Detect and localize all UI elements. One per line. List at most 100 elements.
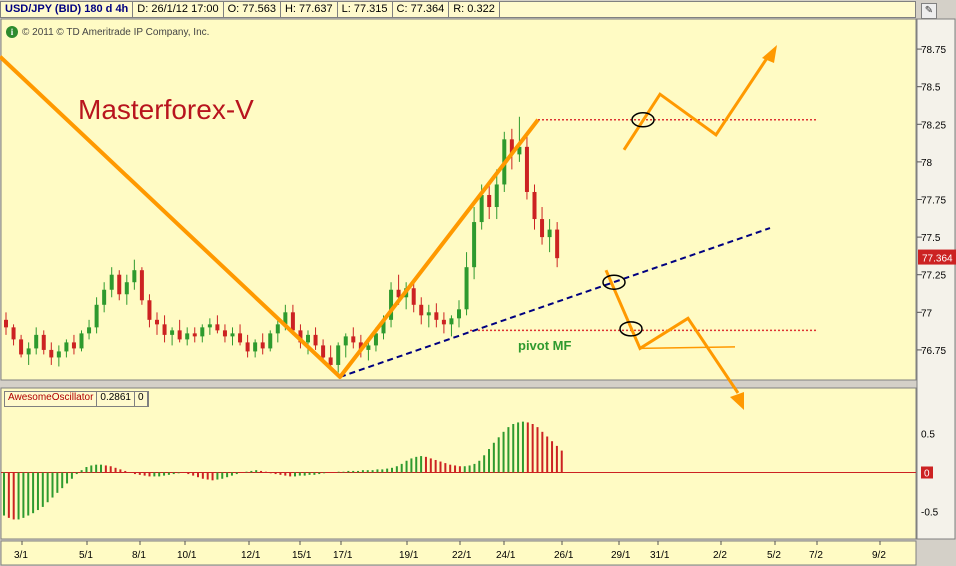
- candle-down: [162, 324, 167, 335]
- candle-down: [328, 357, 333, 365]
- copyright-text: © 2011 © TD Ameritrade IP Company, Inc.: [22, 26, 210, 38]
- candle-down: [41, 334, 46, 350]
- candle-up: [275, 324, 280, 334]
- candle-down: [441, 319, 446, 325]
- candle-up: [479, 194, 484, 223]
- price-tick-label: 78.75: [921, 45, 946, 56]
- candle-up: [170, 330, 175, 335]
- time-tick-label: 19/1: [399, 550, 419, 561]
- time-tick-label: 29/1: [611, 550, 631, 561]
- info-icon[interactable]: i: [6, 26, 18, 38]
- candle-down: [155, 319, 159, 325]
- candle-up: [109, 274, 114, 290]
- chart-title: Masterforex-V: [78, 94, 254, 125]
- time-tick-label: 10/1: [177, 550, 197, 561]
- indicator-name[interactable]: AwesomeOscillator: [5, 392, 98, 406]
- candle-down: [215, 324, 220, 331]
- candle-up: [472, 222, 477, 268]
- candle-down: [147, 300, 152, 320]
- time-tick-label: 5/1: [79, 550, 93, 561]
- price-tick-label: 78: [921, 158, 933, 169]
- time-tick-label: 26/1: [554, 550, 574, 561]
- candle-down: [524, 146, 529, 192]
- candle-up: [207, 324, 212, 328]
- candle-up: [200, 327, 205, 337]
- candle-down: [434, 312, 439, 320]
- candle-up: [343, 336, 348, 346]
- price-tick-label: 76.75: [921, 346, 946, 357]
- time-tick-label: 31/1: [650, 550, 670, 561]
- close-readout: C: 77.364: [393, 2, 450, 17]
- price-tick-label: 77: [921, 308, 933, 319]
- chart-settings-icon[interactable]: ✎: [921, 3, 937, 19]
- oscillator-tick-label: 0.5: [921, 429, 935, 440]
- price-tick-label: 78.5: [921, 83, 941, 94]
- price-tick-label: 77.5: [921, 233, 941, 244]
- candle-up: [102, 289, 107, 305]
- price-tick-label: 77.75: [921, 196, 946, 207]
- time-tick-label: 5/2: [767, 550, 781, 561]
- low-readout: L: 77.315: [338, 2, 393, 17]
- candle-down: [192, 333, 197, 337]
- oscillator-tick-label: -0.5: [921, 508, 939, 519]
- candle-up: [94, 304, 99, 328]
- time-tick-label: 2/2: [713, 550, 727, 561]
- candle-up: [64, 342, 69, 352]
- time-tick-label: 8/1: [132, 550, 146, 561]
- oscillator-panel: [0, 387, 917, 540]
- candle-up: [449, 318, 454, 325]
- time-tick-label: 3/1: [14, 550, 28, 561]
- time-tick-label: 15/1: [292, 550, 312, 561]
- high-readout: H: 77.637: [281, 2, 338, 17]
- open-readout: O: 77.563: [224, 2, 281, 17]
- chart-canvas: 76.75 77 77.25 77.5 77.75 78 78.25 78.5 78.75 Mas…: [0, 0, 956, 566]
- candle-up: [185, 333, 190, 340]
- copyright-notice: i © 2011 © TD Ameritrade IP Company, Inc…: [6, 26, 209, 38]
- candle-down: [290, 312, 295, 331]
- candle-up: [132, 270, 137, 283]
- candle-up: [457, 309, 461, 319]
- symbol-label[interactable]: USD/JPY (BID) 180 d 4h: [1, 2, 134, 17]
- candle-up: [230, 333, 235, 337]
- candle-down: [177, 330, 182, 340]
- range-readout: R: 0.322: [449, 2, 500, 17]
- candle-up: [494, 184, 499, 208]
- indicator-header: AwesomeOscillator 0.2861 0: [4, 391, 149, 407]
- candle-up: [87, 327, 92, 334]
- chart-window: 76.75 77 77.25 77.5 77.75 78 78.25 78.5 78.75 Mas…: [0, 0, 956, 566]
- price-tick-label: 77.25: [921, 271, 946, 282]
- time-tick-label: 12/1: [241, 550, 261, 561]
- candle-down: [4, 319, 8, 328]
- pivot-label: pivot MF: [518, 338, 571, 353]
- candle-down: [19, 339, 24, 355]
- current-price-label: 77.364: [922, 254, 953, 265]
- candle-down: [117, 274, 122, 295]
- candle-up: [366, 345, 371, 350]
- candle-down: [11, 327, 16, 340]
- candle-down: [419, 304, 424, 316]
- candle-up: [56, 351, 61, 358]
- candle-down: [351, 336, 356, 343]
- candle-up: [268, 333, 273, 349]
- candle-down: [245, 342, 250, 352]
- candle-up: [34, 334, 39, 349]
- candle-up: [336, 345, 341, 365]
- candle-down: [555, 229, 560, 259]
- indicator-extra: 0: [135, 392, 148, 406]
- candle-down: [540, 219, 545, 238]
- time-tick-label: 22/1: [452, 550, 472, 561]
- time-tick-label: 24/1: [496, 550, 516, 561]
- candle-down: [411, 288, 416, 305]
- candle-down: [49, 349, 54, 358]
- candle-down: [487, 194, 492, 208]
- candle-down: [139, 270, 144, 301]
- candle-up: [26, 348, 31, 355]
- oscillator-tick-label: 0: [924, 469, 930, 480]
- time-tick-label: 9/2: [872, 550, 886, 561]
- quote-header: USD/JPY (BID) 180 d 4h D: 26/1/12 17:00 …: [0, 1, 916, 18]
- candle-up: [547, 229, 552, 238]
- time-tick-label: 7/2: [809, 550, 823, 561]
- candle-up: [426, 312, 431, 316]
- candle-up: [79, 333, 84, 349]
- candle-down: [71, 342, 76, 349]
